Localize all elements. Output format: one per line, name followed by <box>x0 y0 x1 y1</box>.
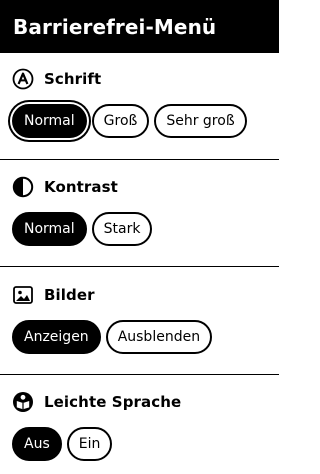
font-a-icon <box>12 68 34 90</box>
section-font: Schrift Normal Groß Sehr groß <box>0 68 279 138</box>
easy-language-options: Aus Ein <box>12 427 279 461</box>
font-very-large-button[interactable]: Sehr groß <box>154 104 247 138</box>
section-easy-language-heading: Leichte Sprache <box>12 391 279 413</box>
contrast-options: Normal Stark <box>12 212 279 246</box>
section-images: Bilder Anzeigen Ausblenden <box>0 284 279 354</box>
section-font-heading: Schrift <box>12 68 279 90</box>
section-contrast: Kontrast Normal Stark <box>0 176 279 246</box>
section-font-title: Schrift <box>44 70 102 88</box>
font-normal-button[interactable]: Normal <box>12 104 87 138</box>
contrast-icon <box>12 176 34 198</box>
menu-title: Barrierefrei-Menü <box>13 14 217 39</box>
contrast-strong-button[interactable]: Stark <box>91 212 153 246</box>
easy-language-off-button[interactable]: Aus <box>12 427 62 461</box>
image-icon <box>12 284 34 306</box>
section-contrast-heading: Kontrast <box>12 176 279 198</box>
section-images-title: Bilder <box>44 286 95 304</box>
font-large-button[interactable]: Groß <box>91 104 150 138</box>
section-contrast-title: Kontrast <box>44 178 118 196</box>
section-divider <box>0 266 279 267</box>
section-divider <box>0 159 279 160</box>
section-images-heading: Bilder <box>12 284 279 306</box>
images-hide-button[interactable]: Ausblenden <box>105 320 213 354</box>
easy-language-on-button[interactable]: Ein <box>66 427 113 461</box>
images-show-button[interactable]: Anzeigen <box>12 320 101 354</box>
font-size-options: Normal Groß Sehr groß <box>12 104 279 138</box>
menu-header: Barrierefrei-Menü <box>0 0 279 53</box>
section-easy-language: Leichte Sprache Aus Ein <box>0 391 279 461</box>
section-divider <box>0 374 279 375</box>
image-options: Anzeigen Ausblenden <box>12 320 279 354</box>
contrast-normal-button[interactable]: Normal <box>12 212 87 246</box>
section-easy-language-title: Leichte Sprache <box>44 393 182 411</box>
easy-language-icon <box>12 391 34 413</box>
